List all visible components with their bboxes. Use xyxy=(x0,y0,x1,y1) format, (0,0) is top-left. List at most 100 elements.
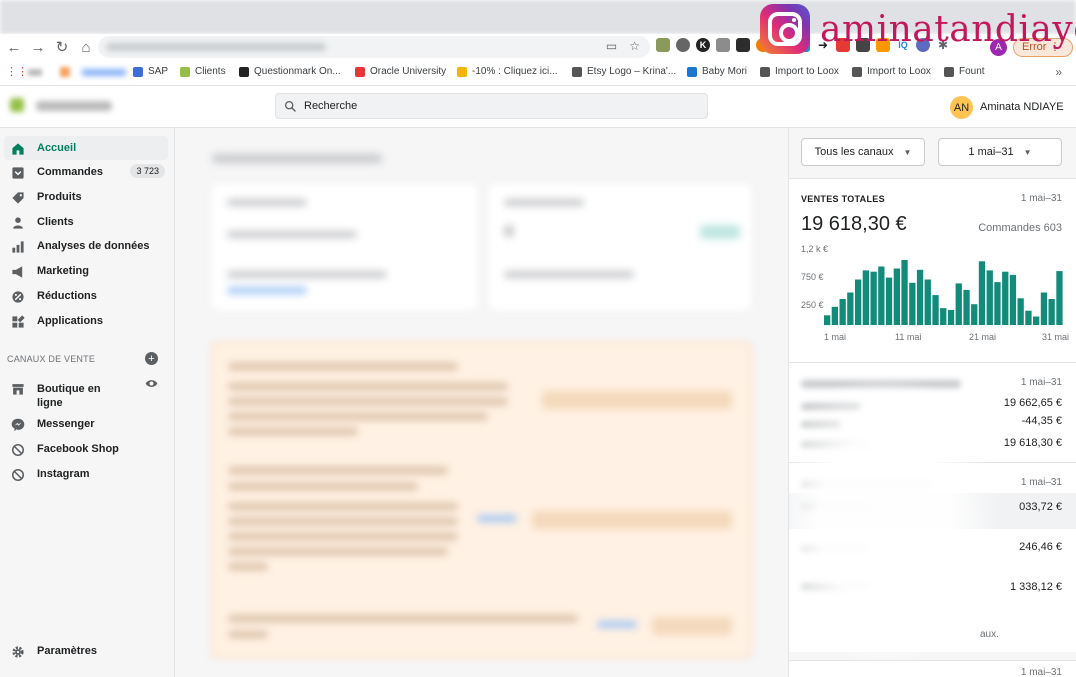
sales-bar[interactable] xyxy=(1009,274,1017,325)
sales-bar[interactable] xyxy=(971,304,978,325)
bookmark-item[interactable]: SAP xyxy=(133,66,168,77)
bookmarks-overflow-icon[interactable]: » xyxy=(1055,65,1062,79)
bookmark-favicon-icon xyxy=(355,66,365,77)
cast-icon[interactable]: ▭ xyxy=(606,39,617,53)
search-placeholder: Recherche xyxy=(304,100,358,112)
sales-bar[interactable] xyxy=(947,310,955,325)
bookmark-item[interactable]: Import to Loox xyxy=(852,66,931,77)
address-bar[interactable]: ▭ ☆ xyxy=(98,36,650,58)
sales-bar[interactable] xyxy=(847,292,854,326)
sales-bar[interactable] xyxy=(1048,299,1055,325)
sales-bar[interactable] xyxy=(1033,316,1040,326)
chevron-down-icon: ▼ xyxy=(1023,147,1032,157)
sales-bar[interactable] xyxy=(1002,271,1009,325)
sales-bar[interactable] xyxy=(1056,271,1063,325)
bookmark-item[interactable]: Oracle University xyxy=(355,66,446,77)
sales-bar[interactable] xyxy=(1040,292,1048,326)
sales-bar[interactable] xyxy=(1025,310,1032,325)
add-channel-plus-icon[interactable]: + xyxy=(145,352,158,365)
sidebar-item-marketing[interactable]: Marketing xyxy=(0,259,175,283)
sales-bar[interactable] xyxy=(916,269,924,326)
channel-filter-dropdown[interactable]: Tous les canaux ▼ xyxy=(801,138,925,166)
sidebar-item-applications[interactable]: Applications xyxy=(0,309,175,333)
home-icon xyxy=(10,141,25,156)
extension-k-icon[interactable]: K xyxy=(696,38,710,52)
sales-bar[interactable] xyxy=(824,315,831,326)
sales-bar[interactable] xyxy=(932,295,939,325)
sales-bar[interactable] xyxy=(909,282,916,326)
sales-bar[interactable] xyxy=(878,266,885,326)
channel-value: 033,72 € xyxy=(1019,501,1062,513)
image-extension-icon[interactable] xyxy=(656,38,670,52)
extension-icon[interactable] xyxy=(736,38,750,52)
apps-grid-icon[interactable]: ⋮⋮ xyxy=(6,65,28,78)
bookmark-item[interactable]: -10% : Cliquez ici... xyxy=(457,66,558,77)
forward-icon[interactable]: → xyxy=(26,35,50,59)
store-name-blurred[interactable] xyxy=(36,101,112,111)
bookmark-item[interactable]: Baby Mori xyxy=(687,66,747,77)
store-logo-icon[interactable] xyxy=(10,98,24,112)
search-input[interactable]: Recherche xyxy=(275,93,708,119)
sales-bar[interactable] xyxy=(963,289,970,325)
view-store-eye-icon[interactable] xyxy=(145,378,158,392)
user-name[interactable]: Aminata NDIAYE xyxy=(980,101,1064,113)
bookmark-item[interactable]: Questionmark On... xyxy=(239,66,341,77)
sales-bar[interactable] xyxy=(870,271,877,325)
sidebar-item-messenger[interactable]: Messenger xyxy=(0,412,175,436)
sales-bar[interactable] xyxy=(839,299,846,325)
bookmark-item[interactable]: Etsy Logo – Krina'... xyxy=(572,66,676,77)
sidebar-item-label: Clients xyxy=(37,216,74,228)
date-filter-label: 1 mai–31 xyxy=(968,146,1014,158)
extension-icon[interactable] xyxy=(676,38,690,52)
bookmark-item[interactable]: Fount xyxy=(944,66,985,77)
bookmark-item[interactable]: Import to Loox xyxy=(760,66,839,77)
sidebar-item-commandes[interactable]: Commandes 3 723 xyxy=(0,160,175,184)
sales-bar[interactable] xyxy=(901,260,908,325)
bookmark-label: Import to Loox xyxy=(775,66,839,77)
sales-bar[interactable] xyxy=(994,282,1001,325)
sales-bar[interactable] xyxy=(893,268,900,326)
home-browser-icon[interactable]: ⌂ xyxy=(74,35,98,59)
sidebar-item-analyses[interactable]: Analyses de données xyxy=(0,234,175,258)
bookmark-item[interactable]: Clients xyxy=(180,66,226,77)
sidebar-item-accueil[interactable]: Accueil xyxy=(4,136,168,160)
sales-bar[interactable] xyxy=(1017,298,1024,325)
sales-bar[interactable] xyxy=(955,283,962,325)
megaphone-icon xyxy=(10,264,25,279)
bookmark-favicon-icon xyxy=(572,66,582,77)
sales-bar-chart: 1,2 k € 750 € 250 € 1 mai 11 mai 21 mai … xyxy=(789,239,1076,349)
sidebar-item-instagram[interactable]: Instagram xyxy=(0,462,175,486)
date-filter-dropdown[interactable]: 1 mai–31 ▼ xyxy=(938,138,1062,166)
sidebar-item-label: Messenger xyxy=(37,418,95,430)
discounts-value: -44,35 € xyxy=(1021,415,1062,427)
sales-bar[interactable] xyxy=(862,270,869,325)
sales-bar[interactable] xyxy=(924,279,931,326)
gear-icon xyxy=(10,644,25,659)
back-icon[interactable]: ← xyxy=(2,35,26,59)
reload-icon[interactable]: ↻ xyxy=(50,35,74,59)
sales-bar[interactable] xyxy=(940,308,947,325)
bookmark-label: Etsy Logo – Krina'... xyxy=(587,66,677,77)
bookmark-star-icon[interactable]: ☆ xyxy=(629,39,640,53)
sales-bar[interactable] xyxy=(831,306,838,325)
channel-value: 246,46 € xyxy=(1019,541,1062,553)
user-avatar[interactable]: AN xyxy=(950,96,973,119)
channel-value: 1 338,12 € xyxy=(1010,581,1062,593)
sidebar-item-label: Analyses de données xyxy=(37,240,150,252)
sales-bar[interactable] xyxy=(885,277,893,325)
sales-bar[interactable] xyxy=(855,279,862,326)
sales-bar[interactable] xyxy=(978,261,986,325)
total-sales-title: VENTES TOTALES xyxy=(801,194,885,204)
blocked-icon xyxy=(10,442,25,457)
sidebar-item-label: Facebook Shop xyxy=(37,443,119,455)
sales-bar[interactable] xyxy=(986,270,993,325)
bottom-card: 1 mai–31 xyxy=(789,660,1076,677)
search-icon xyxy=(284,100,296,112)
sidebar-item-produits[interactable]: Produits xyxy=(0,185,175,209)
code-extension-icon[interactable] xyxy=(716,38,730,52)
sidebar-item-facebook-shop[interactable]: Facebook Shop xyxy=(0,437,175,461)
sidebar-item-clients[interactable]: Clients xyxy=(0,210,175,234)
orders-count-badge: 3 723 xyxy=(130,164,165,178)
sidebar-item-parametres[interactable]: Paramètres xyxy=(0,639,175,663)
sidebar-item-reductions[interactable]: Réductions xyxy=(0,284,175,308)
